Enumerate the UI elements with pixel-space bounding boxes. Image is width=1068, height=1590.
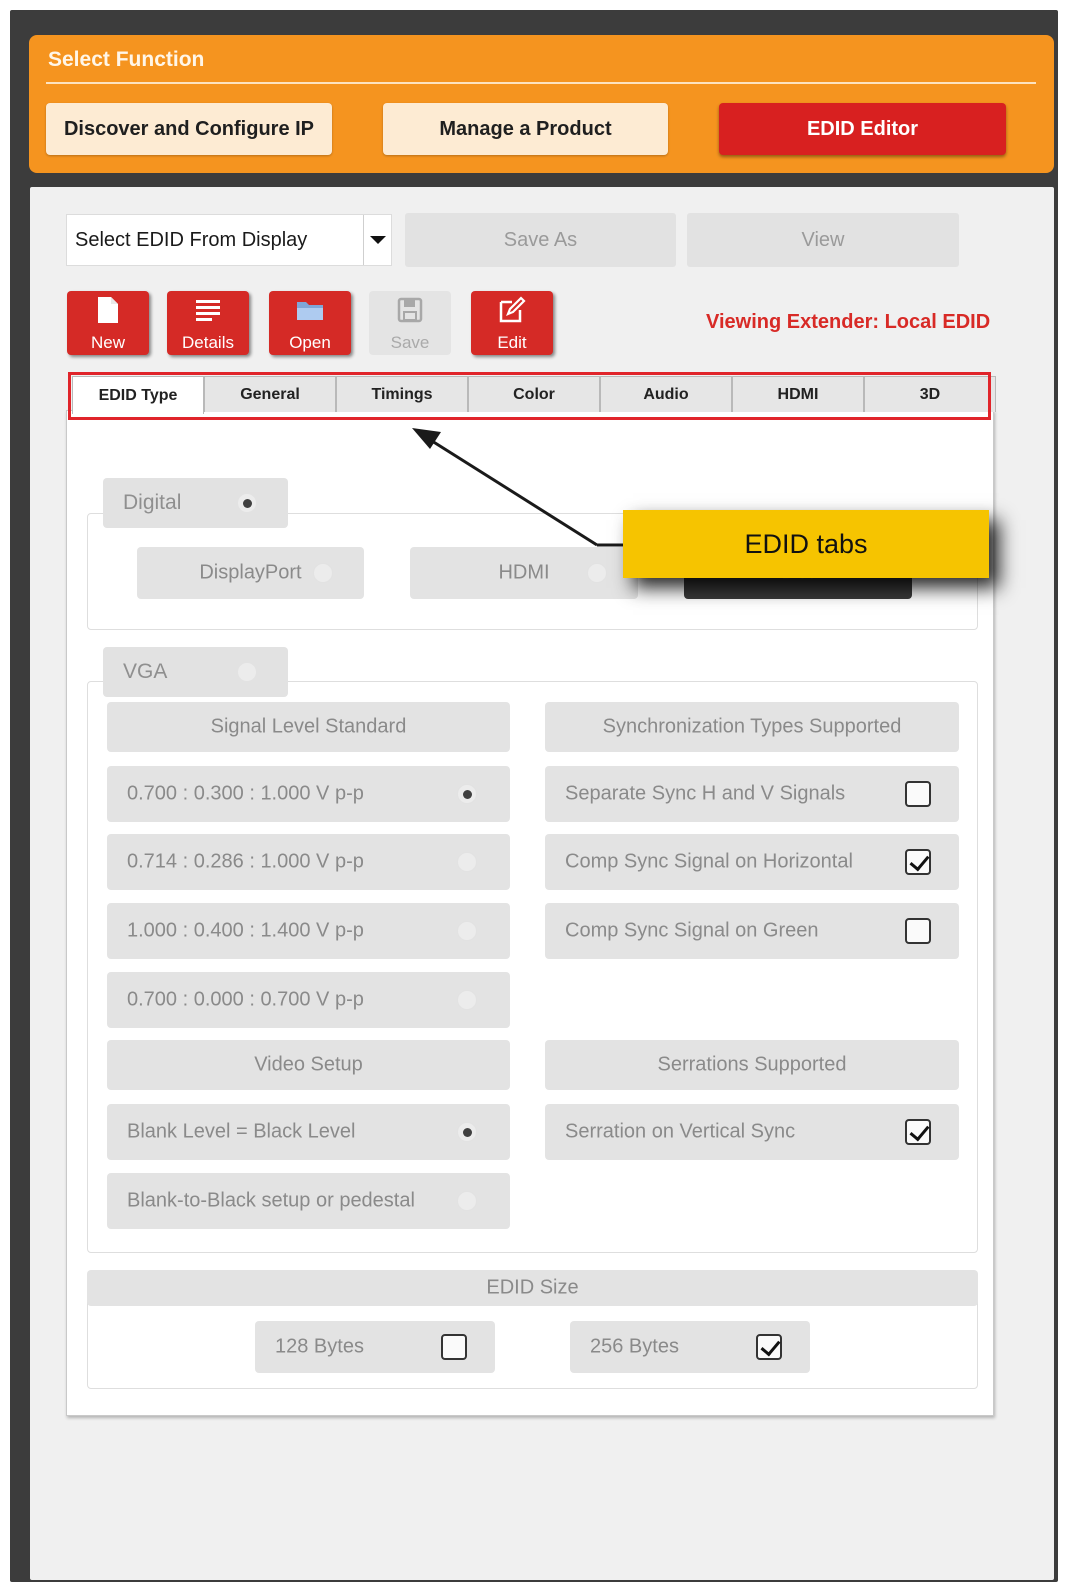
- edid-tabs-callout: EDID tabs: [623, 510, 989, 578]
- callout-arrow: [412, 428, 625, 547]
